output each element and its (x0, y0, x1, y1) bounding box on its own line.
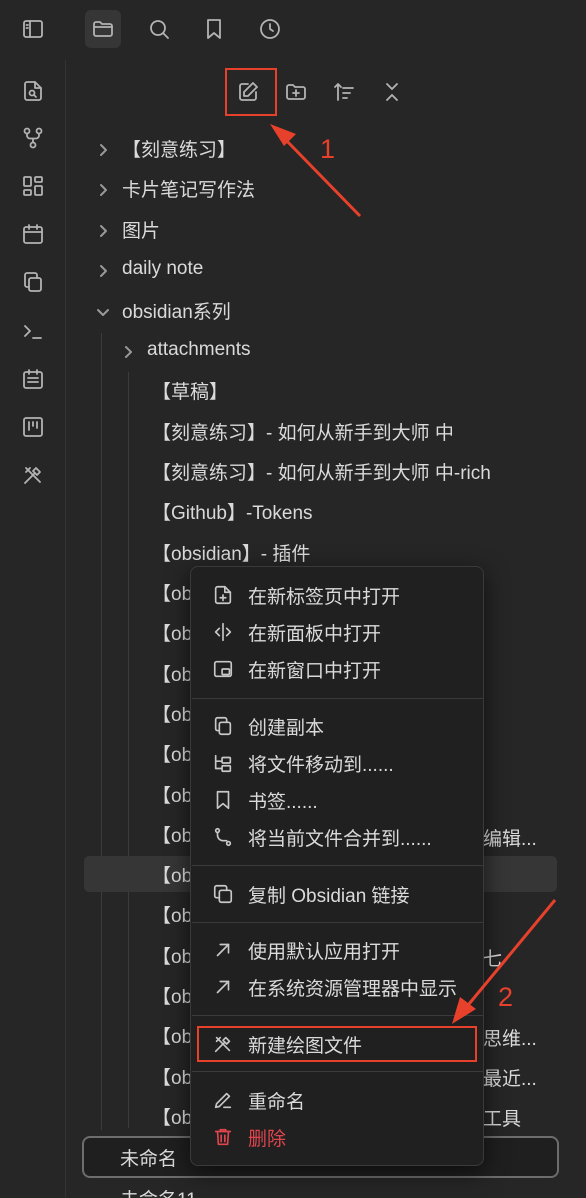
kanban-icon[interactable] (18, 412, 48, 442)
copy-icon (211, 714, 235, 738)
menu-open-default-app[interactable]: 使用默认应用打开 (201, 932, 475, 968)
folder-item[interactable]: daily note (96, 251, 203, 287)
chevron-right-icon (96, 181, 110, 196)
menu-open-new-tab[interactable]: 在新标签页中打开 (201, 577, 475, 613)
folder-item[interactable]: 图片 (96, 211, 160, 247)
calendar-icon[interactable] (18, 219, 48, 249)
excalidraw-icon[interactable] (18, 460, 48, 490)
menu-rename[interactable]: 重命名 (201, 1082, 475, 1118)
top-bar (0, 0, 586, 60)
graph-icon[interactable] (18, 123, 48, 153)
canvas-icon[interactable] (18, 171, 48, 201)
file-item[interactable]: 【obsidian】- 插件 (152, 534, 310, 570)
chevron-right-icon (121, 343, 135, 358)
split-icon (211, 620, 235, 644)
truncated-text: 思维... (483, 1029, 537, 1050)
chevron-right-icon (96, 141, 110, 156)
arrow-up-right-icon (211, 938, 235, 962)
pencil-icon (211, 1088, 235, 1112)
file-item[interactable]: 未命名11 (120, 1180, 197, 1198)
chevron-right-icon (96, 222, 110, 237)
menu-open-new-window[interactable]: 在新窗口中打开 (201, 651, 475, 687)
annotation-label-1: 1 (320, 134, 336, 164)
file-item[interactable]: 未命名 (120, 1139, 177, 1175)
folder-item[interactable]: attachments (121, 332, 251, 368)
link-copy-icon (211, 882, 235, 906)
folder-item[interactable]: obsidian系列 (96, 292, 231, 328)
menu-separator (192, 1015, 484, 1016)
trash-icon (211, 1125, 235, 1149)
annotation-label-2: 2 (498, 982, 514, 1012)
copy-icon[interactable] (18, 267, 48, 297)
search-icon[interactable] (141, 10, 177, 48)
truncated-text: 编辑... (483, 829, 537, 850)
file-plus-icon (211, 583, 235, 607)
sidebar-toggle-icon[interactable] (15, 10, 51, 48)
terminal-icon[interactable] (18, 316, 48, 346)
folder-item[interactable]: 【刻意练习】 (96, 130, 236, 166)
menu-show-in-explorer[interactable]: 在系统资源管理器中显示 (201, 969, 475, 1005)
menu-separator (192, 865, 484, 866)
menu-separator (192, 1071, 484, 1072)
chevron-down-icon (96, 303, 110, 317)
menu-merge-file[interactable]: 将当前文件合并到...... (201, 819, 475, 855)
file-item[interactable]: 【草稿】 (152, 372, 228, 408)
menu-make-copy[interactable]: 创建副本 (201, 708, 475, 744)
file-item[interactable]: 【刻意练习】- 如何从新手到大师 中-rich (152, 453, 491, 489)
clock-icon[interactable] (252, 10, 288, 48)
menu-bookmark[interactable]: 书签...... (201, 782, 475, 818)
open-quick-switcher-icon[interactable] (18, 76, 48, 106)
truncated-text: 工具 (483, 1109, 522, 1130)
truncated-text: 最近... (483, 1069, 537, 1090)
window-icon (211, 657, 235, 681)
folder-tree-icon (211, 751, 235, 775)
merge-icon (211, 825, 235, 849)
menu-copy-obsidian-link[interactable]: 复制 Obsidian 链接 (201, 876, 475, 912)
annotation-box-new-drawing (197, 1026, 477, 1062)
new-folder-icon[interactable] (280, 76, 312, 108)
bookmark-icon (211, 788, 235, 812)
annotation-box-new-note (225, 68, 277, 116)
tree-guide-line (101, 333, 102, 1130)
truncated-text: 七 (483, 949, 503, 970)
daily-notes-icon[interactable] (18, 364, 48, 394)
chevron-right-icon (96, 262, 110, 277)
menu-move-file[interactable]: 将文件移动到...... (201, 745, 475, 781)
file-item[interactable]: 【刻意练习】- 如何从新手到大师 中 (152, 413, 454, 449)
arrow-up-right-icon (211, 975, 235, 999)
menu-delete[interactable]: 删除 (201, 1119, 475, 1155)
left-ribbon (0, 60, 66, 1198)
tree-guide-line (128, 372, 129, 1128)
bookmark-icon[interactable] (196, 10, 232, 48)
folder-item[interactable]: 卡片笔记写作法 (96, 170, 255, 206)
collapse-all-icon[interactable] (376, 76, 408, 108)
menu-separator (192, 922, 484, 923)
folder-icon[interactable] (85, 10, 121, 48)
menu-open-new-pane[interactable]: 在新面板中打开 (201, 614, 475, 650)
menu-separator (192, 698, 484, 699)
sort-icon[interactable] (328, 76, 360, 108)
file-item[interactable]: 【Github】-Tokens (152, 493, 313, 529)
context-menu: 在新标签页中打开 在新面板中打开 在新窗口中打开 创建副本 将文件移动到....… (190, 566, 484, 1166)
